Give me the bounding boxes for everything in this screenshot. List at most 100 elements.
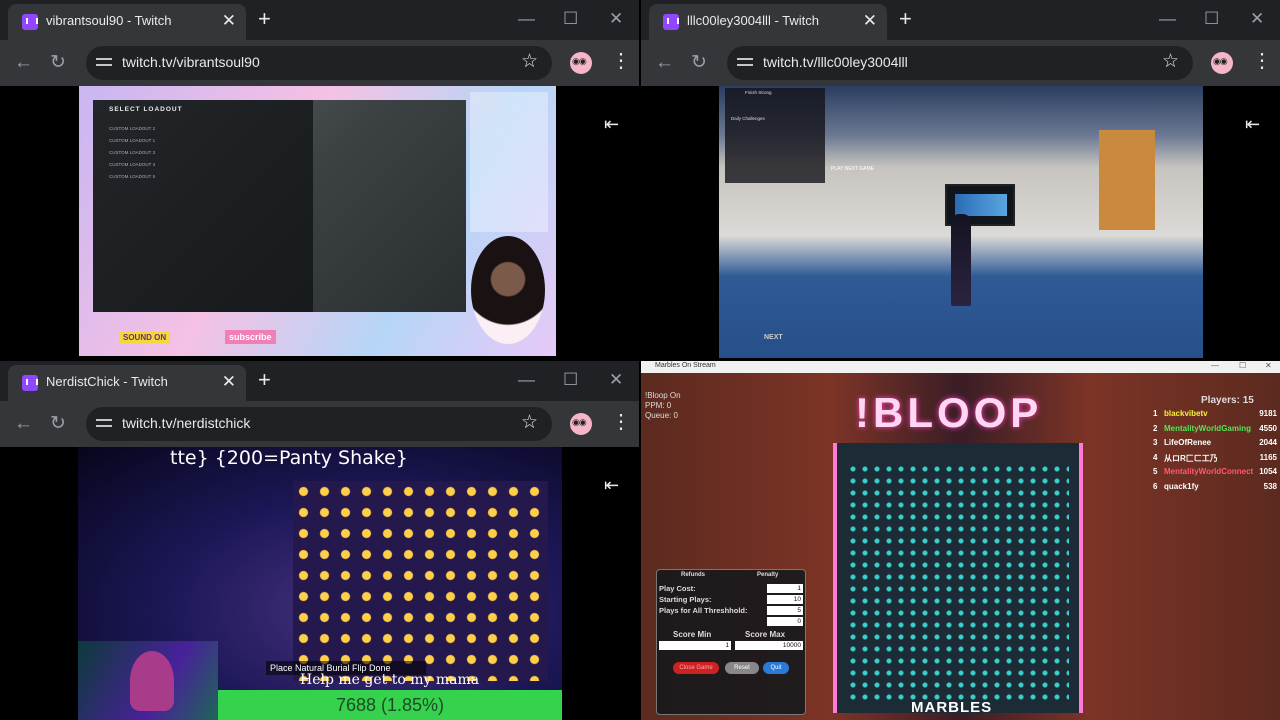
loadout-item: CUSTOM LOADOUT 5 [109, 174, 156, 179]
reload-button[interactable]: ↻ [50, 52, 66, 74]
twitch-favicon-icon [663, 14, 679, 30]
score-max-input[interactable]: 10000 [735, 641, 803, 650]
leaderboard-rank: 6 [1153, 481, 1158, 491]
video-player[interactable]: tte} {200=Panty Shake} 7688 (1.85%) Plac… [78, 447, 562, 720]
profile-avatar[interactable] [570, 413, 592, 435]
leaderboard-name: MentalityWorldConnect [1164, 467, 1254, 476]
address-bar[interactable]: twitch.tv/nerdistchick ☆ [86, 407, 552, 441]
browser-window-2: lllc00ley3004lll - Twitch ✕ + — ☐ ✕ ← ↻ … [641, 0, 1280, 360]
collapse-chat-icon[interactable]: ⇤ [604, 475, 619, 496]
site-settings-icon[interactable] [737, 54, 753, 70]
collapse-chat-icon[interactable]: ⇤ [604, 114, 619, 135]
title-bar: Marbles On Stream — ☐ ✕ [641, 361, 1280, 373]
score-min-input[interactable]: 1 [659, 641, 731, 650]
panel-heading: Finish Strong [745, 90, 772, 95]
address-bar[interactable]: twitch.tv/vibrantsoul90 ☆ [86, 46, 552, 80]
minimize-button[interactable]: — [518, 8, 535, 30]
stat-line: Queue: 0 [645, 411, 678, 420]
loadout-title: SELECT LOADOUT [109, 106, 183, 113]
url-text[interactable]: twitch.tv/lllc00ley3004lll [763, 54, 908, 70]
leaderboard-score: 1054 [1259, 467, 1277, 476]
leaderboard-row: 4 从ロR匚ㄈ工乃 1165 [1153, 453, 1277, 468]
video-player[interactable]: SELECT LOADOUT CUSTOM LOADOUT 2 CUSTOM L… [79, 86, 556, 356]
marbles-window: Marbles On Stream — ☐ ✕ !Bloop On PPM: 0… [641, 361, 1280, 720]
site-settings-icon[interactable] [96, 54, 112, 70]
bookmark-star-icon[interactable]: ☆ [1162, 50, 1179, 73]
setting-label: Play Cost: [659, 584, 696, 593]
url-text[interactable]: twitch.tv/vibrantsoul90 [122, 54, 260, 70]
minimize-button[interactable]: — [1211, 361, 1219, 370]
new-tab-button[interactable]: + [258, 7, 271, 31]
video-player[interactable]: Finish Strong Daily Challenges PLAY NEXT… [719, 86, 1203, 358]
toolbar: ← ↻ twitch.tv/vibrantsoul90 ☆ ⋮ [0, 40, 639, 86]
play-cost-input[interactable]: 1 [767, 584, 803, 593]
challenges-panel: Finish Strong Daily Challenges [725, 88, 825, 183]
leaderboard-score: 4550 [1259, 423, 1277, 433]
tab-nerdistchick[interactable]: NerdistChick - Twitch ✕ [8, 365, 246, 401]
starting-plays-input[interactable]: 10 [767, 595, 803, 604]
reload-button[interactable]: ↻ [691, 52, 707, 74]
extra-input[interactable]: 0 [767, 617, 803, 626]
loadout-item: CUSTOM LOADOUT 4 [109, 162, 156, 167]
next-label: NEXT [764, 334, 783, 341]
maximize-button[interactable]: ☐ [1204, 8, 1219, 30]
stat-line: PPM: 0 [645, 401, 672, 410]
close-tab-icon[interactable]: ✕ [222, 11, 236, 31]
menu-kebab-icon[interactable]: ⋮ [1252, 51, 1272, 71]
maximize-button[interactable]: ☐ [563, 369, 578, 391]
leaderboard-row: 6 quack1fy 538 [1153, 482, 1277, 497]
site-settings-icon[interactable] [96, 415, 112, 431]
close-window-button[interactable]: ✕ [1265, 361, 1272, 370]
close-window-button[interactable]: ✕ [1250, 8, 1264, 30]
minimize-button[interactable]: — [518, 369, 535, 391]
close-tab-icon[interactable]: ✕ [863, 11, 877, 31]
leaderboard: 1 blackvibetv 9181 2 MentalityWorldGaming 455… [1153, 409, 1277, 496]
panel-heading: Daily Challenges [731, 116, 765, 121]
score-max-label: Score Max [745, 630, 786, 639]
quit-button[interactable]: Quit [763, 662, 789, 674]
bookmark-star-icon[interactable]: ☆ [521, 411, 538, 434]
window-title: Marbles On Stream [655, 362, 716, 369]
tab-lllc00ley3004lll[interactable]: lllc00ley3004lll - Twitch ✕ [649, 4, 887, 40]
leaderboard-score: 1165 [1259, 452, 1277, 462]
toolbar: ← ↻ twitch.tv/nerdistchick ☆ ⋮ [0, 401, 639, 447]
menu-kebab-icon[interactable]: ⋮ [611, 412, 631, 432]
profile-avatar[interactable] [1211, 52, 1233, 74]
back-button[interactable]: ← [14, 52, 33, 74]
address-bar[interactable]: twitch.tv/lllc00ley3004lll ☆ [727, 46, 1193, 80]
game-view: SELECT LOADOUT CUSTOM LOADOUT 2 CUSTOM L… [93, 100, 466, 312]
menu-kebab-icon[interactable]: ⋮ [611, 51, 631, 71]
threshold-input[interactable]: 5 [767, 606, 803, 615]
profile-avatar[interactable] [570, 52, 592, 74]
back-button[interactable]: ← [655, 52, 674, 74]
close-tab-icon[interactable]: ✕ [222, 372, 236, 392]
peg-grid [847, 463, 1069, 703]
marbles-logo: MARBLES [911, 699, 993, 716]
bookmark-star-icon[interactable]: ☆ [521, 50, 538, 73]
new-tab-button[interactable]: + [258, 368, 271, 392]
minimize-button[interactable]: — [1159, 8, 1176, 30]
leaderboard-score: 9181 [1259, 409, 1277, 418]
close-window-button[interactable]: ✕ [609, 369, 623, 391]
loadout-item: CUSTOM LOADOUT 2 [109, 126, 156, 131]
reset-button[interactable]: Reset [725, 662, 759, 674]
sound-on-badge: SOUND ON [119, 332, 171, 343]
maximize-button[interactable]: ☐ [563, 8, 578, 30]
page-content: tte} {200=Panty Shake} 7688 (1.85%) Plac… [0, 447, 639, 720]
score-min-label: Score Min [673, 630, 712, 639]
new-tab-button[interactable]: + [899, 7, 912, 31]
close-game-button[interactable]: Close Game [673, 662, 719, 674]
close-window-button[interactable]: ✕ [609, 8, 623, 30]
back-button[interactable]: ← [14, 413, 33, 435]
leaderboard-row: 2 MentalityWorldGaming 4550 [1153, 424, 1277, 439]
collapse-chat-icon[interactable]: ⇤ [1245, 114, 1260, 135]
maximize-button[interactable]: ☐ [1239, 361, 1246, 370]
tab-vibrantsoul90[interactable]: vibrantsoul90 - Twitch ✕ [8, 4, 246, 40]
url-text[interactable]: twitch.tv/nerdistchick [122, 415, 250, 431]
tab-title: NerdistChick - Twitch [46, 374, 168, 389]
webcam-overlay [471, 236, 545, 344]
reload-button[interactable]: ↻ [50, 413, 66, 435]
help-text: Help me get to my mama [300, 672, 480, 688]
stream-chat-overlay [470, 92, 548, 232]
players-count: Players: 15 [1201, 395, 1254, 406]
